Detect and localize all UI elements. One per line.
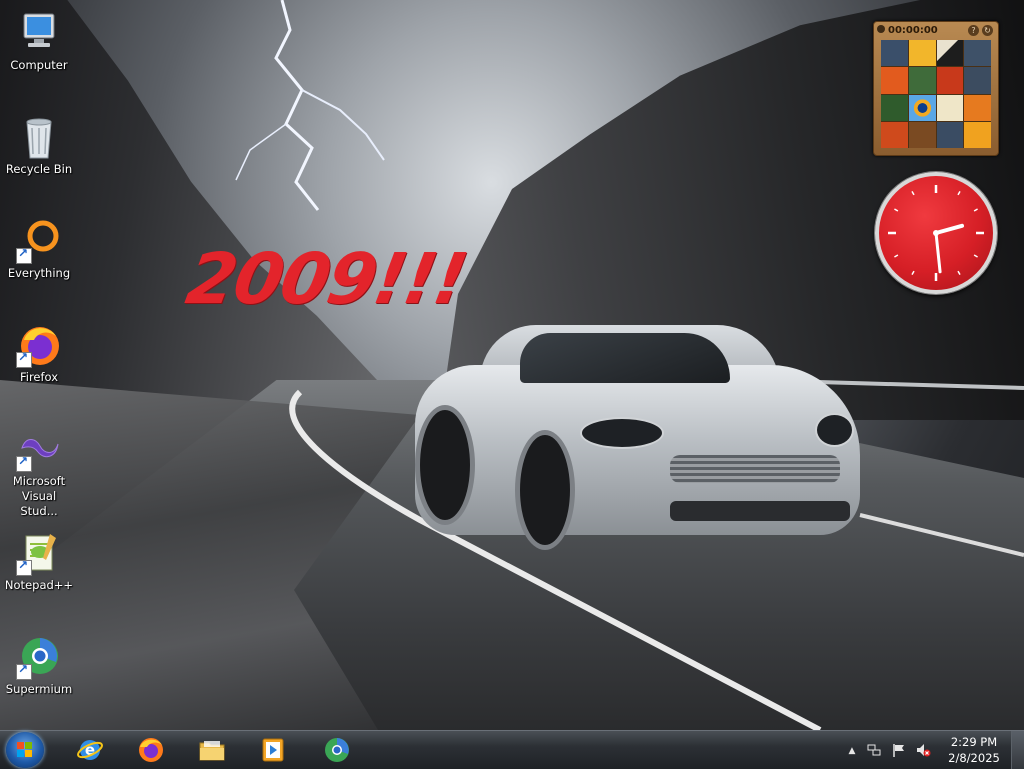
puzzle-help-button[interactable]: ? xyxy=(968,25,979,36)
clock-minute-hand xyxy=(934,231,942,274)
clock-tick xyxy=(911,191,915,196)
desktop-icon-computer[interactable]: Computer xyxy=(2,2,76,98)
puzzle-tile[interactable] xyxy=(908,40,936,67)
supermium-icon xyxy=(325,738,349,762)
network-icon[interactable] xyxy=(866,742,882,758)
puzzle-tile[interactable] xyxy=(964,40,991,67)
shortcut-arrow-icon xyxy=(16,662,32,680)
shortcut-arrow-icon xyxy=(16,454,32,472)
show-desktop-button[interactable] xyxy=(1011,731,1024,769)
puzzle-shuffle-button[interactable]: ↻ xyxy=(982,25,993,36)
puzzle-tile[interactable] xyxy=(908,67,936,94)
taskbar-clock[interactable]: 2:29 PM 2/8/2025 xyxy=(943,734,1005,766)
clock-face xyxy=(888,185,984,281)
clock-hour-hand xyxy=(934,223,965,235)
clock-center-pin xyxy=(933,230,939,236)
tray-date: 2/8/2025 xyxy=(948,751,1000,765)
internet-explorer-icon: e xyxy=(77,740,103,760)
clock-tick xyxy=(973,254,978,258)
puzzle-tile[interactable] xyxy=(881,121,908,148)
clock-gadget[interactable] xyxy=(875,172,997,294)
taskbar[interactable]: e ▲ 2:29 PM 2/8/2025 xyxy=(0,730,1024,769)
clock-tick xyxy=(911,270,915,275)
desktop-icon-notepad-plus-plus[interactable]: Notepad++ xyxy=(2,522,76,618)
shortcut-arrow-icon xyxy=(16,558,32,576)
taskbar-internet-explorer[interactable]: e xyxy=(66,733,114,767)
car-headlight xyxy=(580,417,664,449)
picture-puzzle-gadget[interactable]: 00:00:00 ? ↻ xyxy=(873,21,999,156)
sports-car xyxy=(415,325,865,550)
computer-icon xyxy=(23,13,55,47)
desktop-icon-visual-studio[interactable]: Microsoft Visual Stud... xyxy=(2,418,76,518)
timer-icon xyxy=(877,25,885,33)
puzzle-tile[interactable] xyxy=(936,40,964,67)
taskbar-media-player[interactable] xyxy=(249,733,297,767)
car-headlight xyxy=(815,413,854,447)
desktop-icon-everything[interactable]: Everything xyxy=(2,210,76,306)
volume-muted-icon[interactable] xyxy=(915,742,931,758)
puzzle-tile[interactable] xyxy=(964,67,991,94)
puzzle-tile[interactable] xyxy=(881,67,908,94)
puzzle-grid[interactable] xyxy=(881,40,991,148)
puzzle-tile[interactable] xyxy=(881,94,908,121)
desktop-icon-firefox[interactable]: Firefox xyxy=(2,314,76,410)
taskbar-firefox[interactable] xyxy=(127,733,175,767)
taskbar-file-explorer[interactable] xyxy=(188,733,236,767)
taskbar-supermium[interactable] xyxy=(313,733,361,767)
clock-tick xyxy=(957,191,961,196)
desktop-icon-supermium[interactable]: Supermium xyxy=(2,626,76,722)
car-windshield xyxy=(520,333,730,383)
media-player-icon xyxy=(262,738,284,762)
puzzle-tile[interactable] xyxy=(964,94,991,121)
firefox-icon xyxy=(139,738,163,762)
puzzle-tile[interactable] xyxy=(908,94,936,121)
puzzle-empty-slot[interactable] xyxy=(908,121,936,148)
clock-tick xyxy=(957,270,961,275)
puzzle-tile[interactable] xyxy=(881,40,908,67)
tray-time: 2:29 PM xyxy=(950,735,998,749)
desktop-wallpaper[interactable]: 2009!!! xyxy=(0,0,1024,730)
folder-icon xyxy=(199,741,225,761)
clock-tick xyxy=(894,254,899,258)
action-center-flag-icon[interactable] xyxy=(891,742,907,758)
car-grille xyxy=(670,455,840,483)
start-button[interactable] xyxy=(6,732,44,768)
puzzle-toolbar: 00:00:00 ? ↻ xyxy=(877,24,994,38)
puzzle-timer: 00:00:00 xyxy=(888,25,938,36)
tray-overflow-button[interactable]: ▲ xyxy=(844,743,860,759)
puzzle-tile[interactable] xyxy=(964,121,991,148)
clock-tick xyxy=(894,208,899,212)
puzzle-tile[interactable] xyxy=(936,67,964,94)
shortcut-arrow-icon xyxy=(16,246,32,264)
clock-tick xyxy=(973,208,978,212)
recycle-bin-icon xyxy=(26,118,52,159)
shortcut-arrow-icon xyxy=(16,350,32,368)
desktop-icon-recycle-bin[interactable]: Recycle Bin xyxy=(2,106,76,202)
puzzle-tile[interactable] xyxy=(936,94,964,121)
wallpaper-year-text: 2009!!! xyxy=(180,238,472,320)
windows-logo-icon xyxy=(17,742,33,758)
puzzle-tile[interactable] xyxy=(936,121,964,148)
